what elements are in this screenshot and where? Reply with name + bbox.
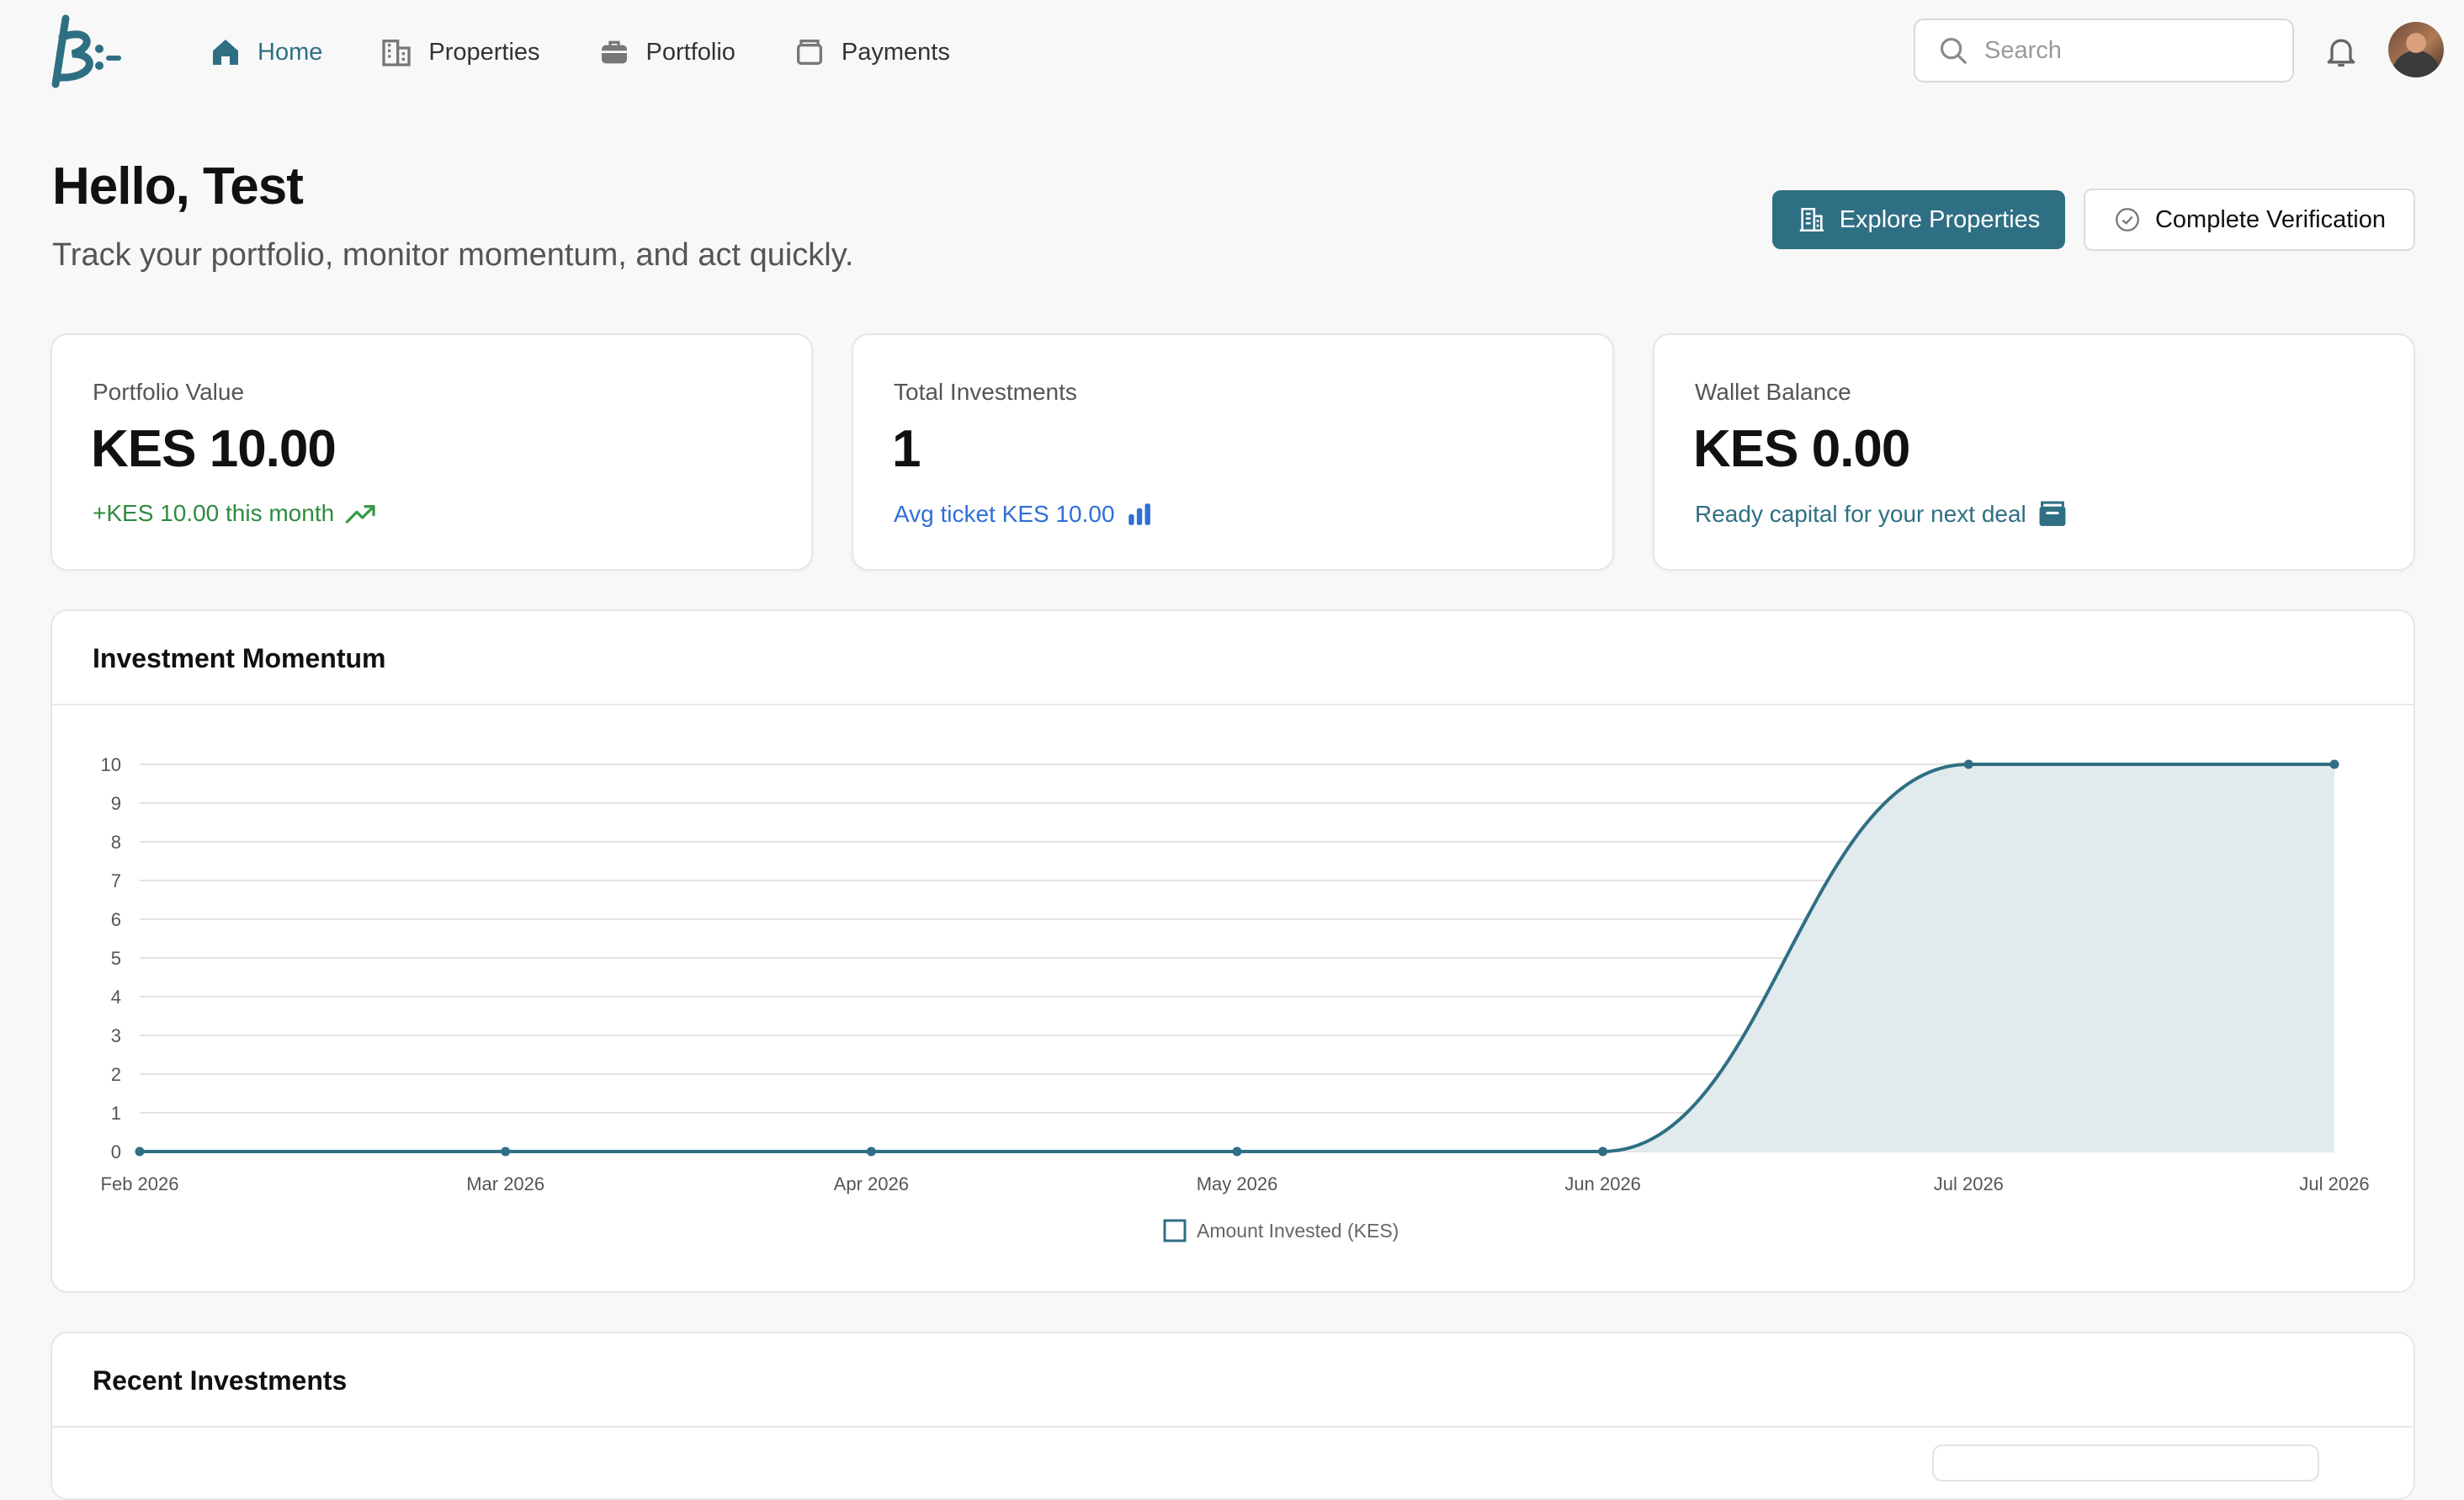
top-navigation-bar: Home Properties Portfolio Payments	[0, 0, 2464, 104]
stat-card-wallet-balance: Wallet Balance KES 0.00 Ready capital fo…	[1653, 333, 2415, 571]
stat-card-portfolio-value: Portfolio Value KES 10.00 +KES 10.00 thi…	[50, 333, 813, 571]
y-tick-label: 8	[111, 832, 121, 853]
y-tick-label: 1	[111, 1103, 121, 1124]
briefcase-icon	[601, 40, 627, 64]
stat-note-row: +KES 10.00 this month	[93, 500, 378, 527]
building-icon	[382, 40, 412, 66]
investment-momentum-panel: Investment Momentum 0 1 2 3 4 5 6 7 8 9 10 Feb 2026…	[50, 609, 2415, 1293]
nav-item-label: Home	[258, 38, 323, 66]
data-point	[1232, 1146, 1242, 1157]
stat-note: +KES 10.00 this month	[93, 500, 335, 526]
stat-note-row: Ready capital for your next deal	[1695, 500, 2068, 529]
wallet-icon	[2039, 501, 2066, 526]
main-nav: Home Properties Portfolio Payments	[209, 25, 1007, 79]
check-circle-icon	[2116, 208, 2139, 231]
panel-header: Investment Momentum	[52, 611, 2414, 705]
y-tick-label: 9	[111, 793, 121, 814]
legend-swatch	[1163, 1219, 1187, 1242]
data-point	[2329, 759, 2339, 769]
y-tick-label: 6	[111, 909, 121, 930]
building-icon	[1799, 207, 1824, 232]
stat-label: Wallet Balance	[1695, 379, 1851, 405]
nav-item-properties[interactable]: Properties	[380, 25, 540, 79]
stat-value: 1	[892, 420, 921, 478]
data-point	[866, 1146, 876, 1157]
y-tick-label: 4	[111, 987, 121, 1008]
x-tick-label: Mar 2026	[466, 1173, 544, 1194]
data-point	[1598, 1146, 1608, 1157]
wallet-icon	[796, 40, 822, 65]
complete-verification-label: Complete Verification	[2154, 205, 2387, 233]
panel-title: Recent Investments	[93, 1365, 348, 1396]
data-point	[135, 1146, 145, 1157]
nav-item-portfolio[interactable]: Portfolio	[597, 25, 735, 79]
stat-label: Total Investments	[894, 379, 1077, 405]
stat-label: Portfolio Value	[93, 379, 245, 405]
home-icon	[213, 40, 238, 65]
search-box[interactable]	[1914, 19, 2294, 82]
y-tick-label: 3	[111, 1025, 121, 1046]
x-tick-label: Apr 2026	[834, 1173, 909, 1194]
search-input[interactable]	[1983, 35, 2272, 66]
nav-item-label: Payments	[841, 38, 950, 66]
nav-item-payments[interactable]: Payments	[793, 25, 950, 79]
recent-investments-filter[interactable]	[1932, 1444, 2319, 1481]
y-tick-label: 7	[111, 870, 121, 891]
y-tick-label: 0	[111, 1141, 121, 1162]
y-tick-label: 5	[111, 948, 121, 969]
stat-note: Ready capital for your next deal	[1695, 501, 2026, 527]
x-tick-label: Jul 2026	[2299, 1173, 2369, 1194]
explore-properties-label: Explore Properties	[1839, 205, 2041, 233]
search-icon	[1940, 37, 1967, 64]
nav-item-label: Properties	[428, 38, 540, 66]
investment-momentum-chart: 0 1 2 3 4 5 6 7 8 9 10 Feb 2026 Mar 2026 Apr 2026 May …	[101, 754, 2370, 1242]
stat-value: KES 0.00	[1693, 420, 1910, 478]
y-tick-label: 10	[101, 754, 121, 775]
data-point	[501, 1146, 511, 1157]
explore-properties-button[interactable]: Explore Properties	[1772, 190, 2065, 249]
legend-label: Amount Invested (KES)	[1197, 1220, 1399, 1242]
trending-up-icon	[345, 505, 375, 524]
avatar[interactable]	[2388, 22, 2444, 77]
x-tick-label: May 2026	[1197, 1173, 1278, 1194]
page-title: Hello, Test	[52, 157, 304, 215]
stat-value: KES 10.00	[91, 420, 337, 478]
bar-chart-icon	[1128, 503, 1150, 525]
brand-logo[interactable]	[47, 12, 125, 91]
x-tick-label: Jul 2026	[1934, 1173, 2004, 1194]
y-tick-label: 2	[111, 1064, 121, 1085]
stat-note-row: Avg ticket KES 10.00	[894, 500, 1154, 529]
page-subtitle: Track your portfolio, monitor momentum, …	[52, 237, 854, 273]
panel-header: Recent Investments	[52, 1333, 2414, 1428]
stat-note: Avg ticket KES 10.00	[894, 501, 1115, 527]
data-point	[1963, 759, 1973, 769]
nav-item-home[interactable]: Home	[209, 25, 322, 79]
complete-verification-button[interactable]: Complete Verification	[2084, 189, 2415, 251]
stat-card-total-investments: Total Investments 1 Avg ticket KES 10.00	[852, 333, 1614, 571]
bell-icon[interactable]	[2323, 32, 2360, 71]
x-tick-label: Jun 2026	[1564, 1173, 1641, 1194]
nav-item-label: Portfolio	[645, 38, 735, 66]
panel-title: Investment Momentum	[93, 643, 386, 673]
x-tick-label: Feb 2026	[101, 1173, 179, 1194]
